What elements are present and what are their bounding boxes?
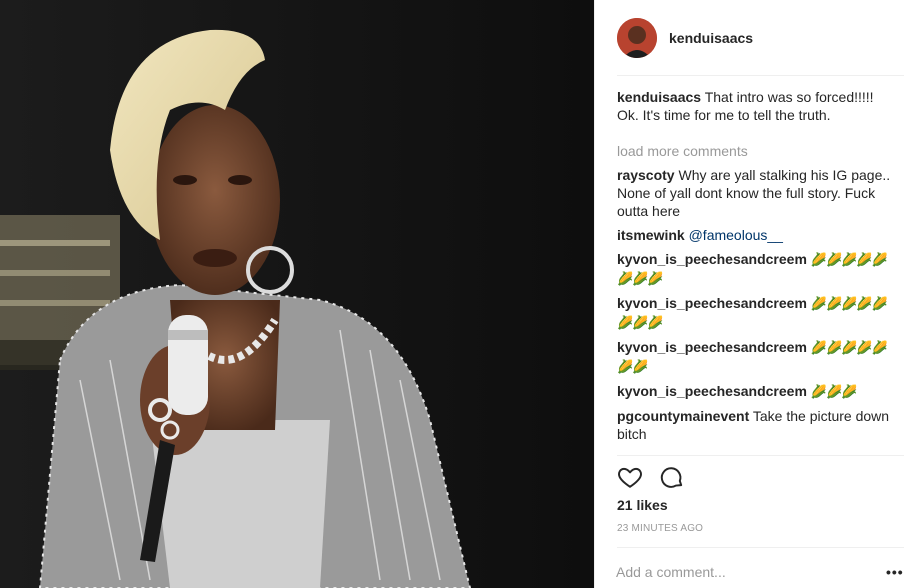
comment: kyvon_is_peechesandcreem 🌽🌽🌽🌽🌽🌽🌽🌽 [617, 294, 891, 332]
avatar[interactable] [617, 18, 657, 58]
comment: kyvon_is_peechesandcreem 🌽🌽🌽🌽🌽🌽🌽🌽 [617, 250, 891, 288]
post-photo[interactable] [0, 0, 594, 588]
comment-username[interactable]: kyvon_is_peechesandcreem [617, 383, 807, 399]
load-more-comments-link[interactable]: load more comments [617, 142, 891, 160]
header-username[interactable]: kenduisaacs [669, 30, 753, 46]
comment: rayscoty Why are yall stalking his IG pa… [617, 166, 891, 220]
post-timestamp: 23 MINUTES AGO [617, 523, 704, 534]
post-side-panel: kenduisaacs kenduisaacs That intro was s… [594, 0, 912, 588]
comment: kyvon_is_peechesandcreem 🌽🌽🌽 [617, 382, 891, 401]
likes-count[interactable]: 21 likes [617, 497, 668, 513]
add-comment-input[interactable] [616, 562, 886, 582]
comment-username[interactable]: kyvon_is_peechesandcreem [617, 251, 807, 267]
caption: kenduisaacs That intro was so forced!!!!… [617, 88, 891, 124]
post-header: kenduisaacs [595, 0, 912, 76]
more-options-icon[interactable]: ••• [886, 564, 904, 580]
comment: itsmewink @fameolous__ [617, 226, 891, 244]
comment-username[interactable]: rayscoty [617, 167, 675, 183]
comment-username[interactable]: pgcountymainevent [617, 408, 749, 424]
actions-divider [617, 455, 904, 456]
comments-list[interactable]: kenduisaacs That intro was so forced!!!!… [617, 88, 891, 454]
corn-emoji-group: 🌽🌽🌽 [810, 384, 858, 399]
comment: pgcountymainevent Take the picture down … [617, 407, 891, 443]
comment-input-divider [617, 547, 904, 548]
header-divider [617, 75, 904, 76]
comment-username[interactable]: kyvon_is_peechesandcreem [617, 295, 807, 311]
comment: kyvon_is_peechesandcreem 🌽🌽🌽🌽🌽🌽🌽 [617, 338, 891, 376]
speech-bubble-icon[interactable] [659, 464, 685, 490]
comment-username[interactable]: kyvon_is_peechesandcreem [617, 339, 807, 355]
post-actions [617, 462, 701, 492]
comment-username[interactable]: itsmewink [617, 227, 685, 243]
caption-username[interactable]: kenduisaacs [617, 89, 701, 105]
mention-link[interactable]: @fameolous__ [689, 227, 783, 243]
heart-icon[interactable] [617, 464, 643, 490]
